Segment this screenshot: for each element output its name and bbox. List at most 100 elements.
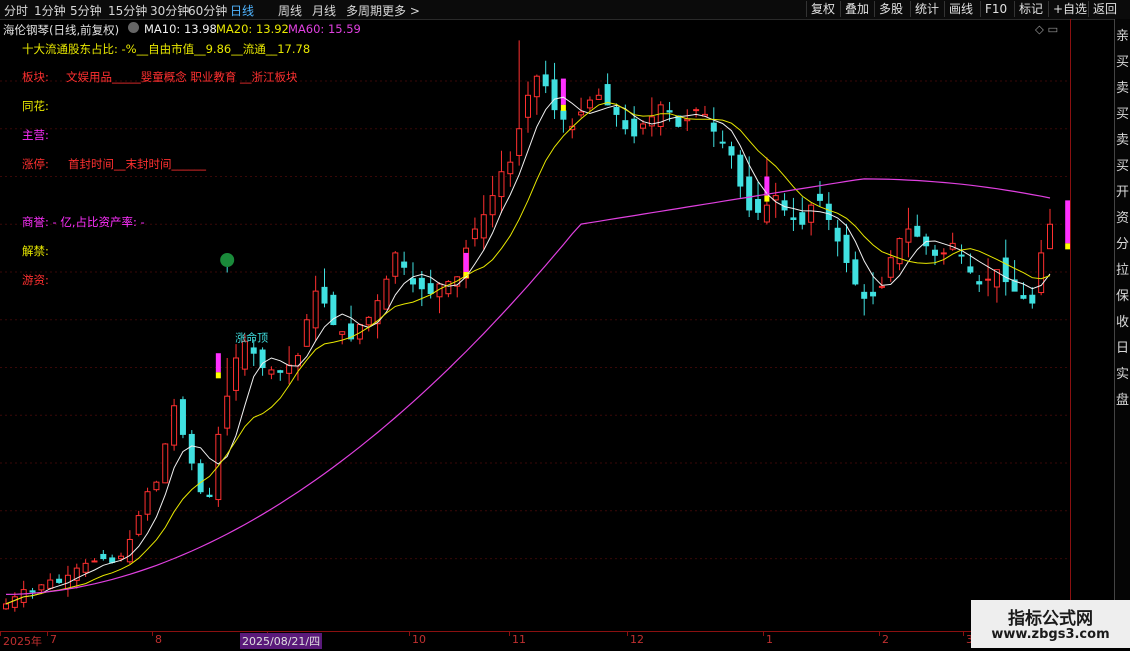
candle-body (905, 228, 912, 243)
period-tab-5[interactable]: 60分钟 (188, 2, 227, 19)
candle-body (693, 109, 700, 112)
toolbar-button-3[interactable]: 统计 (910, 1, 943, 17)
candle-body (985, 278, 992, 281)
toolbar-button-8[interactable]: 返回 (1088, 1, 1121, 17)
candle-body (445, 281, 452, 295)
watermark: 指标公式网 www.zbgs3.com (971, 600, 1130, 648)
candle-body (719, 141, 726, 144)
candle-body (286, 364, 293, 374)
candle-body (365, 316, 372, 326)
candle-body (648, 116, 655, 127)
toolbar-button-4[interactable]: 画线 (944, 1, 977, 17)
side-panel-item-5[interactable]: 买 (1116, 155, 1129, 174)
candle-body (471, 228, 478, 240)
side-panel-item-9[interactable]: 拉 (1116, 259, 1129, 278)
side-panel-item-14[interactable]: 盘 (1116, 389, 1129, 408)
toolbar-button-2[interactable]: 多股 (874, 1, 907, 17)
candle-body (622, 120, 629, 130)
candle-body (976, 281, 983, 285)
candle-body (11, 596, 18, 608)
candle-body (489, 195, 496, 216)
candle-body (56, 578, 63, 583)
sector-value: 文娱用品_____婴童概念 职业教育 __浙江板块 (66, 70, 298, 84)
period-tab-8[interactable]: 月线 (312, 2, 336, 19)
date-tick (0, 632, 1, 636)
period-tab-2[interactable]: 5分钟 (70, 2, 102, 19)
candle-body (215, 433, 222, 501)
candle-body (657, 104, 664, 128)
side-panel-item-3[interactable]: 买 (1116, 103, 1129, 122)
date-tick (409, 632, 410, 636)
ma60-readout: MA60: 15.59 (288, 22, 361, 36)
candle-body (339, 331, 346, 335)
candle-body (179, 399, 186, 435)
candle-body (799, 212, 806, 225)
toolbar-button-6[interactable]: 标记 (1014, 1, 1047, 17)
candle-body (20, 589, 27, 603)
settings-icon[interactable] (128, 22, 139, 33)
period-tab-6[interactable]: 日线 (230, 2, 254, 19)
period-tab-9[interactable]: 多周期 (346, 2, 382, 19)
period-tab-7[interactable]: 周线 (278, 2, 302, 19)
toolbar-button-7[interactable]: +自选 (1048, 1, 1091, 17)
side-panel-item-8[interactable]: 分 (1116, 233, 1129, 252)
side-panel-item-2[interactable]: 卖 (1116, 77, 1129, 96)
highlight-bar (463, 252, 469, 273)
candle-body (100, 553, 107, 560)
candle-body (312, 290, 319, 329)
side-panel-item-0[interactable]: 亲 (1116, 25, 1129, 44)
candle-body (427, 283, 434, 295)
candle-body (790, 217, 797, 220)
side-panel-item-11[interactable]: 收 (1116, 311, 1129, 330)
candle-body (825, 203, 832, 220)
side-panel-item-4[interactable]: 卖 (1116, 129, 1129, 148)
stock-title: 海伦钢琴(日线,前复权) (3, 23, 120, 37)
period-tab-3[interactable]: 15分钟 (108, 2, 147, 19)
candle-body (604, 84, 611, 106)
highlight-bar (215, 353, 221, 373)
side-panel-item-12[interactable]: 日 (1116, 337, 1129, 356)
period-tab-0[interactable]: 分时 (4, 2, 28, 19)
highlight-bar (764, 176, 770, 196)
side-panel-item-1[interactable]: 买 (1116, 51, 1129, 70)
candle-body (206, 494, 213, 497)
limit-up-label: 涨停: (22, 157, 49, 171)
candle-body (578, 111, 585, 116)
window-control-icon[interactable]: ◇ ▭ (1035, 22, 1058, 36)
date-label-2: 8 (155, 633, 162, 646)
watermark-title: 指标公式网 (1008, 609, 1093, 629)
candle-body (188, 433, 195, 464)
main-biz-row: 主营: (22, 128, 49, 142)
candle-body (268, 369, 275, 375)
candle-body (967, 266, 974, 273)
toolbar-button-0[interactable]: 复权 (806, 1, 839, 17)
candle-body (224, 395, 231, 429)
candle-body (1038, 252, 1045, 294)
ma60-line (5, 178, 1051, 595)
highlight-bar (560, 78, 566, 105)
side-panel-item-10[interactable]: 保 (1116, 285, 1129, 304)
side-panel-item-6[interactable]: 开 (1116, 181, 1129, 200)
candle-body (197, 463, 204, 493)
candle-body (233, 357, 240, 391)
date-label-0: 2025年 (3, 635, 42, 648)
date-tick (152, 632, 153, 636)
period-tab-10[interactable]: 更多 > (382, 2, 420, 19)
side-panel-item-13[interactable]: 实 (1116, 363, 1129, 382)
period-tab-1[interactable]: 1分钟 (34, 2, 66, 19)
right-side-panel[interactable]: 亲买卖买卖买开资分拉保收日实盘 (1114, 19, 1130, 631)
candle-body (852, 259, 859, 285)
toolbar-button-5[interactable]: F10 (980, 1, 1011, 17)
candle-body (816, 193, 823, 201)
period-tab-4[interactable]: 30分钟 (150, 2, 189, 19)
ma10-line (5, 96, 1051, 605)
candle-body (162, 443, 169, 484)
candle-body (498, 171, 505, 198)
candle-body (507, 161, 514, 175)
toolbar-button-1[interactable]: 叠加 (840, 1, 873, 17)
side-panel-item-7[interactable]: 资 (1116, 207, 1129, 226)
candlestick-chart[interactable]: 8.009.0010.0011.0012.0013.0014.0015.0016… (0, 38, 1070, 630)
date-tick (509, 632, 510, 636)
tonghua-row: 同花: (22, 99, 49, 113)
date-tick (963, 632, 964, 636)
